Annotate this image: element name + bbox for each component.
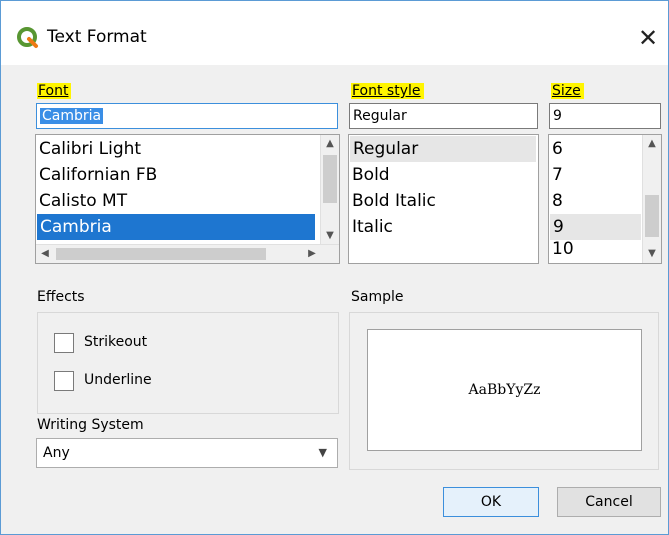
font-label: Font <box>37 83 72 99</box>
font-style-list[interactable]: Regular Bold Bold Italic Italic <box>348 134 539 264</box>
underline-label[interactable]: Underline <box>84 372 152 388</box>
scrollbar-thumb[interactable] <box>56 248 266 260</box>
list-item[interactable]: 7 <box>552 162 563 188</box>
size-list-vertical-scrollbar[interactable]: ▲ ▼ <box>642 135 661 263</box>
list-item[interactable]: 10 <box>552 236 574 262</box>
font-list-vertical-scrollbar[interactable]: ▲ ▼ <box>320 135 339 245</box>
font-style-input[interactable]: Regular <box>349 103 538 129</box>
font-list-horizontal-scrollbar[interactable]: ◀ ▶ <box>36 244 339 263</box>
list-item[interactable]: Californian FB <box>39 162 157 188</box>
effects-group: Strikeout Underline <box>37 312 339 414</box>
scroll-up-icon[interactable]: ▲ <box>643 135 661 153</box>
size-input[interactable]: 9 <box>549 103 661 129</box>
cancel-button[interactable]: Cancel <box>557 487 661 517</box>
list-item[interactable]: Bold <box>352 162 390 188</box>
window-title: Text Format <box>47 27 147 47</box>
scrollbar-thumb[interactable] <box>645 195 659 237</box>
list-item[interactable]: Italic <box>352 214 393 240</box>
list-item[interactable]: 6 <box>552 136 563 162</box>
sample-group: AaBbYyZz <box>349 312 659 470</box>
strikeout-checkbox[interactable] <box>54 333 74 353</box>
scroll-up-icon[interactable]: ▲ <box>321 135 339 153</box>
chevron-down-icon: ▼ <box>318 446 327 459</box>
font-list[interactable]: Calibri Light Californian FB Calisto MT … <box>35 134 340 264</box>
list-item[interactable]: Bold Italic <box>352 188 436 214</box>
size-label: Size <box>551 83 584 99</box>
scrollbar-thumb[interactable] <box>323 155 337 203</box>
qgis-logo-icon <box>17 27 38 48</box>
list-item[interactable]: Calibri Light <box>39 136 141 162</box>
ok-button[interactable]: OK <box>443 487 539 517</box>
title-bar: Text Format ✕ <box>1 1 668 65</box>
size-list[interactable]: 6 7 8 9 10 ▲ ▼ <box>548 134 662 264</box>
strikeout-label[interactable]: Strikeout <box>84 334 147 350</box>
scroll-down-icon[interactable]: ▼ <box>321 227 339 245</box>
text-format-dialog: Text Format ✕ Font Cambria Calibri Light… <box>0 0 669 535</box>
underline-checkbox[interactable] <box>54 371 74 391</box>
sample-preview: AaBbYyZz <box>367 329 642 451</box>
list-item[interactable]: 8 <box>552 188 563 214</box>
font-input[interactable]: Cambria <box>36 103 338 129</box>
writing-system-select[interactable]: Any ▼ <box>36 438 338 468</box>
close-icon[interactable]: ✕ <box>633 23 663 53</box>
scroll-left-icon[interactable]: ◀ <box>36 245 54 263</box>
scroll-down-icon[interactable]: ▼ <box>643 245 661 263</box>
font-style-label: Font style <box>351 83 424 99</box>
effects-label: Effects <box>37 289 85 305</box>
scroll-right-icon[interactable]: ▶ <box>303 245 321 263</box>
list-item[interactable]: Calisto MT <box>39 188 127 214</box>
sample-label: Sample <box>351 289 404 305</box>
writing-system-label: Writing System <box>37 417 144 433</box>
writing-system-value: Any <box>43 445 70 461</box>
list-item-selected[interactable]: Cambria <box>37 214 315 240</box>
list-item-selected[interactable]: Regular <box>350 136 536 162</box>
font-input-value: Cambria <box>40 108 104 124</box>
